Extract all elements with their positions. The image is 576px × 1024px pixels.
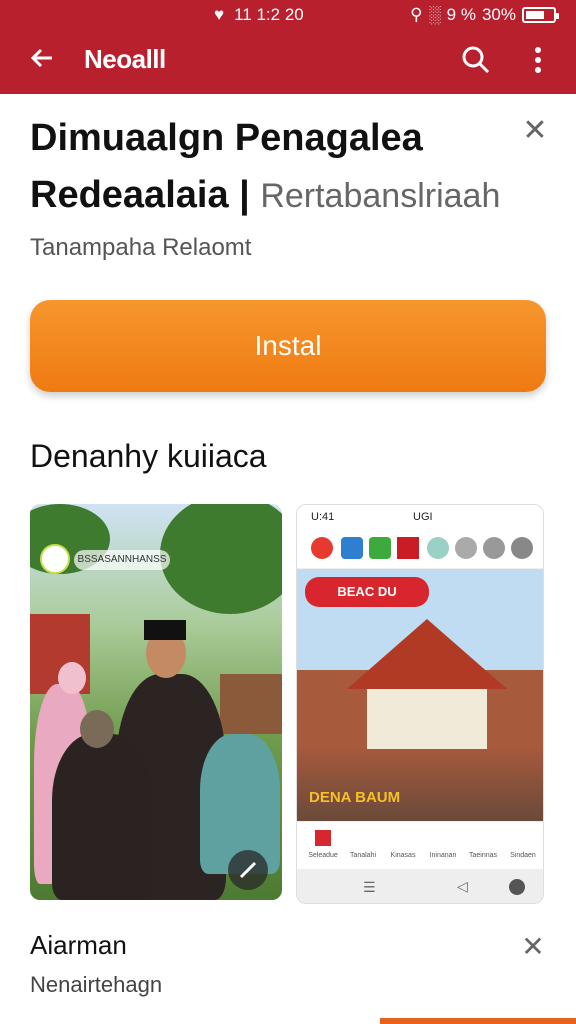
app-developer: Rertabanslriaah (260, 177, 501, 215)
app-bar: Neoalll (0, 30, 576, 94)
screenshot-label: BSSASANNHANSS (74, 550, 170, 570)
app-icon (511, 537, 533, 559)
nav-label: Taeinnas (468, 852, 498, 859)
status-bar: ♥ 11 1:2 20 ⚲ ░ 9 % 30% (0, 0, 576, 30)
app-bar-title: Neoalll (84, 44, 166, 74)
nav-label: Kinasas (390, 852, 416, 859)
battery-text: 30% (481, 5, 516, 24)
close-icon[interactable]: ✕ (518, 932, 548, 962)
preview-status-bar: U:41 UGI (297, 505, 543, 529)
app-icon (455, 537, 477, 559)
recents-icon: ☰ (363, 879, 376, 895)
app-icon (341, 537, 363, 559)
nav-label: Tanalahi (349, 852, 377, 859)
install-button[interactable]: Instal (30, 300, 546, 392)
more-vert-icon[interactable] (528, 44, 548, 76)
nav-label: Ininanan (429, 852, 457, 859)
preview-bottom-nav: Seleadue Tanalahi Kinasas Ininanan Taein… (297, 821, 543, 869)
screenshot-photo[interactable]: BSSASANNHANSS (30, 504, 282, 900)
person-figure (52, 734, 152, 900)
flag-icon (397, 537, 419, 559)
battery-icon (522, 7, 559, 23)
bottom-accent-bar (380, 1018, 576, 1024)
nav-label: Sindaen (510, 852, 536, 859)
footer-title: Aiarman (30, 930, 127, 960)
person-head (80, 710, 114, 748)
edit-icon[interactable] (228, 850, 268, 890)
preview-badge: BEAC DU (305, 577, 429, 607)
app-icon (427, 537, 449, 559)
home-circle-icon (509, 879, 525, 895)
person-head (58, 662, 86, 694)
signal-text: 9 % (446, 5, 476, 24)
back-arrow-icon[interactable] (26, 42, 62, 78)
app-icon (483, 537, 505, 559)
section-title: Denanhy kuiiaca (30, 438, 267, 474)
status-time: 11 1:2 20 (234, 5, 304, 24)
app-icon (369, 537, 391, 559)
wifi-icon: ⚲ (410, 5, 423, 24)
building-shape (220, 674, 282, 734)
location-icon: ♥ (214, 5, 225, 24)
signal-icon: ░ (428, 5, 441, 24)
app-meta: Tanampaha Relaomt (30, 234, 252, 261)
preview-hero-image: BEAC DU DENA BAUM (297, 569, 543, 821)
preview-time: U:41 (311, 511, 335, 523)
tree-shape (160, 504, 282, 614)
building-shape (367, 689, 487, 749)
app-title: Dimuaalgn Penagalea Redeaalaia | Rertaba… (30, 110, 510, 225)
preview-carrier: UGI (413, 511, 433, 523)
avatar (40, 544, 70, 574)
footer-subtitle: Nenairtehagn (30, 972, 163, 997)
hat-shape (144, 620, 186, 640)
nav-label: Seleadue (308, 852, 338, 859)
preview-overlay-text: DENA BAUM (309, 789, 401, 806)
app-title-line1: Dimuaalgn Penagalea (30, 117, 423, 159)
roof-shape (347, 619, 507, 689)
back-icon: ◁ (457, 878, 468, 894)
preview-icon-row (297, 529, 543, 569)
app-title-line2: Redeaalaia | (30, 174, 250, 216)
app-icon (311, 537, 333, 559)
search-icon[interactable] (460, 44, 492, 76)
screenshot-app-preview[interactable]: U:41 UGI BEAC DU DENA BAUM Seleadue Tana… (296, 504, 544, 904)
home-icon (315, 830, 331, 846)
close-icon[interactable]: ✕ (520, 116, 550, 146)
preview-system-nav: ☰ ◁ (297, 869, 543, 903)
